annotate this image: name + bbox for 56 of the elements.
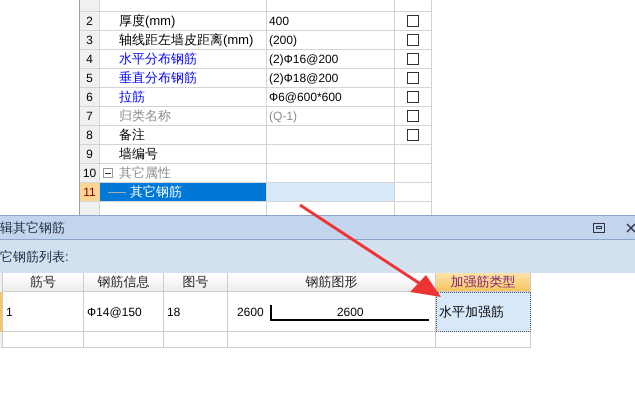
bar-dimension: 2600 xyxy=(237,304,264,320)
column-header: 钢筋信息 xyxy=(84,273,164,292)
property-name: 厚度(mm) xyxy=(119,12,176,30)
property-value: (Q-1) xyxy=(269,108,297,125)
property-name: 墙编号 xyxy=(119,145,158,164)
table-cell: Ф14@150 xyxy=(84,292,164,332)
property-name: 归类名称 xyxy=(119,107,171,126)
column-header: 钢筋图形 xyxy=(228,273,436,292)
property-name: 拉筋 xyxy=(119,88,145,106)
column-header: 筋号 xyxy=(3,273,84,292)
row-number: 10 xyxy=(80,164,100,182)
value-cell[interactable] xyxy=(267,183,395,201)
list-label: 它钢筋列表: xyxy=(0,248,69,266)
property-value: (2)Ф16@200 xyxy=(269,51,338,68)
restore-button[interactable] xyxy=(593,222,605,232)
column-header: 图号 xyxy=(164,273,228,292)
value-cell[interactable]: (2)Ф18@200 xyxy=(267,69,395,87)
row-number: 8 xyxy=(80,126,100,144)
property-name: 水平分布钢筋 xyxy=(119,50,197,68)
checkbox[interactable] xyxy=(407,91,419,103)
row-number: 7 xyxy=(80,107,100,125)
value-cell[interactable]: (2)Ф16@200 xyxy=(267,50,395,68)
value-cell[interactable]: (200) xyxy=(267,31,395,49)
property-name: 其它属性 xyxy=(119,164,171,182)
row-number: 4 xyxy=(80,50,100,68)
value-cell[interactable]: 400 xyxy=(267,12,395,30)
property-name: 轴线距左墙皮距离(mm) xyxy=(119,31,254,50)
dialog-title: 辑其它钢筋 xyxy=(0,218,65,237)
row-number: 5 xyxy=(80,69,100,87)
bar-length: 2600 xyxy=(336,304,364,320)
property-value: 400 xyxy=(269,13,290,30)
collapse-toggle[interactable] xyxy=(103,168,113,178)
row-number: 11 xyxy=(80,183,100,201)
checkbox[interactable] xyxy=(407,129,419,141)
checkbox[interactable] xyxy=(407,34,419,46)
row-number: 6 xyxy=(80,88,100,106)
table-cell: 1 xyxy=(3,292,84,332)
row-number: 3 xyxy=(80,31,100,49)
row-number: 9 xyxy=(80,145,100,163)
value-cell[interactable]: Ф6@600*600 xyxy=(267,88,395,106)
table-cell: 18 xyxy=(164,292,228,332)
close-button[interactable] xyxy=(625,222,635,234)
table-cell[interactable]: 水平加强筋 xyxy=(436,292,531,332)
empty-cell xyxy=(164,332,228,348)
row-number: 2 xyxy=(80,12,100,30)
column-header: 加强筋类型 xyxy=(436,273,531,292)
property-value: (200) xyxy=(269,32,298,49)
property-name: 垂直分布钢筋 xyxy=(119,69,197,88)
property-name: 备注 xyxy=(119,126,145,144)
property-value: Ф6@600*600 xyxy=(269,89,342,106)
checkbox[interactable] xyxy=(407,15,419,27)
checkbox[interactable] xyxy=(407,110,419,122)
checkbox[interactable] xyxy=(407,72,419,84)
property-name: 其它钢筋 xyxy=(130,183,182,202)
property-value: (2)Ф18@200 xyxy=(269,70,338,87)
checkbox[interactable] xyxy=(407,53,419,65)
